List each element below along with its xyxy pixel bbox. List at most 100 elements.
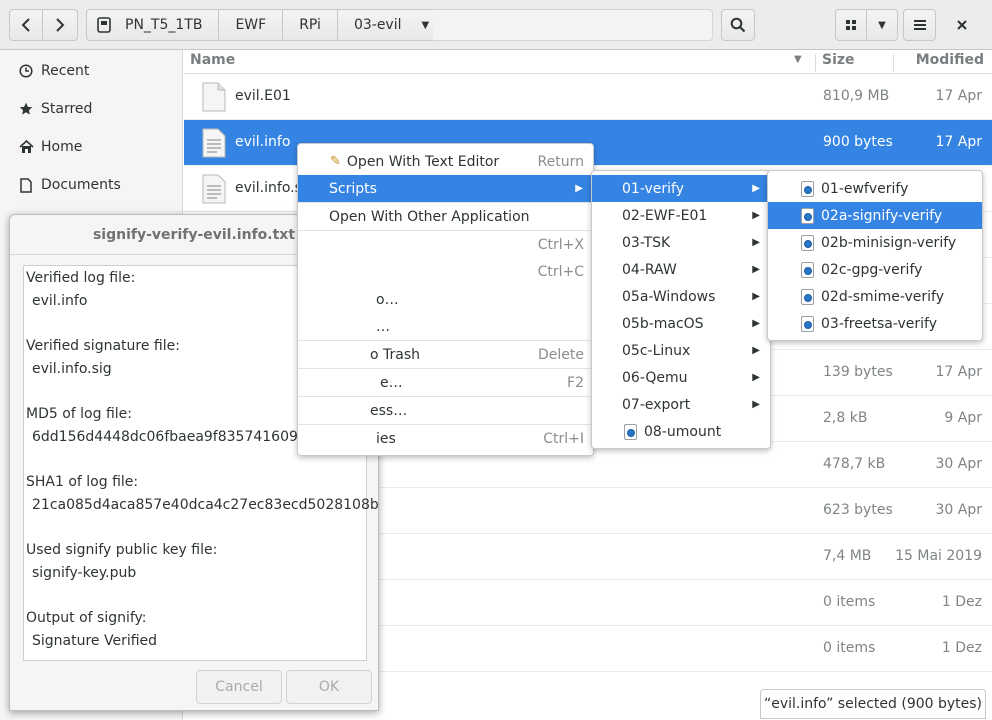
script-icon [624,423,637,440]
sidebar-item-documents[interactable]: Documents [0,166,183,204]
menu-item-03-tsk[interactable]: 03-TSK ▶ [592,229,770,256]
file-size: 810,9 MB [823,88,890,104]
menu-item-02a-signify-verify[interactable]: 02a-signify-verify [768,202,982,229]
text-line: signify-key.pub [32,565,137,581]
menu-item-properties[interactable]: ies Ctrl+I [298,425,593,452]
sort-down-icon[interactable]: ▼ [794,54,802,65]
file-modified: 1 Dez [941,640,982,656]
chevron-right-icon: ▶ [575,183,583,194]
menu-item-05c-linux[interactable]: 05c-Linux ▶ [592,337,770,364]
menu-item-move-to[interactable]: o… [298,286,593,313]
text-line: 21ca085d4aca857e40dca4c27ec83ecd5028108b [32,497,379,513]
sidebar-item-starred[interactable]: Starred [0,90,183,128]
view-options-button[interactable]: ▼ [866,9,898,41]
text-line: evil.info.sig [32,361,112,377]
path-segment[interactable]: EWF [218,9,283,41]
menu-item-02-ewf-e01[interactable]: 02-EWF-E01 ▶ [592,202,770,229]
menu-item-copy[interactable]: Ctrl+C [298,258,593,285]
menu-item-rename[interactable]: e… F2 [298,369,593,396]
chevron-right-icon: ▶ [752,318,760,329]
chevron-down-icon: ▼ [878,19,886,31]
text-line: Output of signify: [26,610,147,626]
chevron-right-icon: ▶ [752,210,760,221]
text-editor-icon: ✎ [330,154,341,169]
menu-item-02b-minisign-verify[interactable]: 02b-minisign-verify [768,229,982,256]
column-size[interactable]: Size [822,52,855,68]
status-bar: “evil.info” selected (900 bytes) [760,689,986,719]
menu-item-cut[interactable]: Ctrl+X [298,231,593,258]
file-size: 478,7 kB [823,456,886,472]
sidebar-item-home[interactable]: Home [0,128,183,166]
menu-item-copy-to[interactable]: … [298,313,593,340]
text-line: Used signify public key file: [26,542,218,558]
menu-item-05a-windows[interactable]: 05a-Windows ▶ [592,283,770,310]
text-line: Verified signature file: [26,338,180,354]
text-line: SHA1 of log file: [26,474,139,490]
menu-item-07-export[interactable]: 07-export ▶ [592,391,770,418]
file-modified: 1 Dez [941,594,982,610]
file-modified: 9 Apr [944,410,982,426]
cancel-button[interactable]: Cancel [196,670,282,704]
text-file-icon [202,174,226,204]
file-size: 0 items [823,594,876,610]
chevron-right-icon: ▶ [752,183,760,194]
menu-item-open-with-other[interactable]: Open With Other Application [298,203,593,230]
menu-item-06-qemu[interactable]: 06-Qemu ▶ [592,364,770,391]
menu-item-03-freetsa-verify[interactable]: 03-freetsa-verify [768,310,982,337]
menu-item-04-raw[interactable]: 04-RAW ▶ [592,256,770,283]
menu-item-scripts[interactable]: Scripts ▶ [298,175,593,202]
table-row[interactable]: evil.E01 810,9 MB 17 Apr [184,74,992,120]
menu-button[interactable] [903,9,936,41]
document-icon [18,177,34,193]
file-name: evil.info [235,134,291,150]
file-icon [202,82,226,112]
menu-item-compress[interactable]: ess… [298,397,593,424]
text-line: 6dd156d4448dc06fbaea9f8357416098 [32,429,307,445]
file-modified: 30 Apr [935,502,982,518]
column-modified[interactable]: Modified [916,52,984,68]
scripts-submenu: 01-verify ▶ 02-EWF-E01 ▶ 03-TSK ▶ 04-RAW… [591,170,771,449]
path-drive[interactable]: PN_T5_1TB [86,9,219,41]
star-icon [18,102,34,116]
menu-item-open-with-text-editor[interactable]: ✎ Open With Text Editor Return [298,148,593,175]
sidebar-item-recent[interactable]: Recent [0,52,183,90]
path-drive-label: PN_T5_1TB [125,17,203,33]
menu-item-01-ewfverify[interactable]: 01-ewfverify [768,175,982,202]
column-name[interactable]: Name [190,52,235,68]
header-bar: PN_T5_1TB EWF RPi 03-evil ▼ ▼ [0,0,992,50]
script-icon [801,234,814,251]
hamburger-icon [913,20,926,30]
forward-button[interactable] [42,9,78,41]
menu-item-move-to-trash[interactable]: o Trash Delete [298,341,593,368]
script-icon [801,261,814,278]
menu-item-08-umount[interactable]: 08-umount [592,418,770,445]
chevron-right-icon: ▶ [752,237,760,248]
text-file-icon [202,128,226,158]
chevron-right-icon [56,18,65,32]
search-button[interactable] [721,9,755,41]
chevron-right-icon: ▶ [752,372,760,383]
menu-item-05b-macos[interactable]: 05b-macOS ▶ [592,310,770,337]
file-modified: 15 Mai 2019 [895,548,982,564]
chevron-right-icon: ▶ [752,345,760,356]
text-line: MD5 of log file: [26,406,132,422]
clock-icon [18,64,34,78]
file-size: 0 items [823,640,876,656]
ok-button[interactable]: OK [286,670,372,704]
chevron-right-icon: ▶ [752,399,760,410]
file-size: 623 bytes [823,502,893,518]
search-icon [730,17,746,33]
file-name: evil.E01 [235,88,291,104]
path-segment[interactable]: RPi [282,9,337,41]
menu-item-02d-smime-verify[interactable]: 02d-smime-verify [768,283,982,310]
back-button[interactable] [9,9,43,41]
text-line: evil.info [32,293,88,309]
close-window-button[interactable] [950,13,974,37]
home-icon [18,140,34,154]
drive-icon [97,17,111,33]
script-icon [801,315,814,332]
view-grid-button[interactable] [835,9,867,41]
menu-item-01-verify[interactable]: 01-verify ▶ [592,175,770,202]
path-segment-current[interactable]: 03-evil ▼ [336,9,437,41]
menu-item-02c-gpg-verify[interactable]: 02c-gpg-verify [768,256,982,283]
